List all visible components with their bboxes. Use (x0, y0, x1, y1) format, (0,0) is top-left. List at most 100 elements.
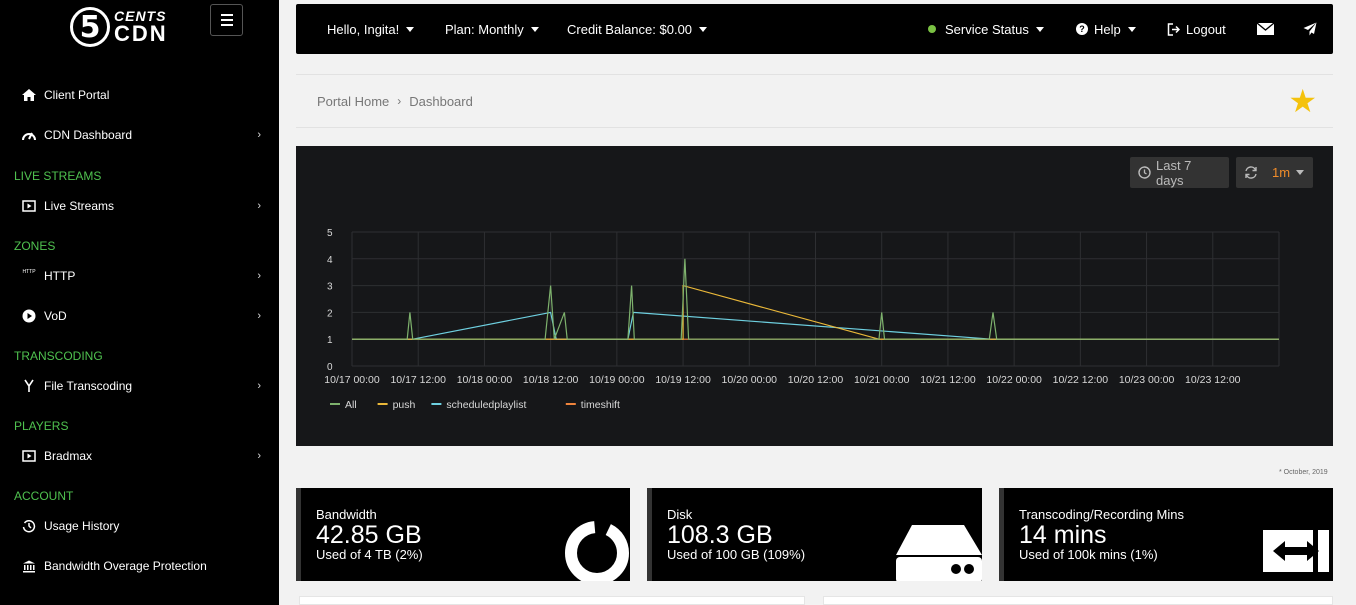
sidebar-item-label: Bandwidth Overage Protection (44, 559, 207, 573)
logout-button[interactable]: Logout (1167, 4, 1226, 54)
section-zones: ZONES (14, 239, 56, 253)
help-label: Help (1094, 21, 1121, 37)
bank-icon (20, 560, 38, 573)
sidebar-item-label: Bradmax (44, 449, 93, 463)
transcode-arrows-icon (1263, 530, 1329, 572)
panel-edge (823, 596, 1333, 605)
x-tick-label: 10/20 12:00 (788, 374, 844, 386)
breadcrumb-current: Dashboard (409, 93, 473, 109)
play-circle-icon (20, 309, 38, 323)
status-dot-icon (928, 25, 936, 33)
x-tick-label: 10/23 12:00 (1185, 374, 1241, 386)
paper-plane-icon[interactable] (1303, 4, 1317, 54)
breadcrumb: Portal Home › Dashboard ★ (296, 74, 1333, 128)
card-value: 108.3 GB (667, 521, 773, 549)
hard-drive-icon (896, 525, 982, 581)
caret-down-icon (1127, 26, 1136, 32)
caret-down-icon (530, 26, 539, 32)
sidebar-item-bandwidth-overage-protection[interactable]: Bandwidth Overage Protection (0, 551, 279, 581)
home-icon (20, 88, 38, 102)
user-greeting-dropdown[interactable]: Hello, Ingita! (327, 4, 415, 54)
service-status-label: Service Status (945, 21, 1029, 37)
history-icon (20, 519, 38, 533)
service-status-dropdown[interactable]: Service Status (928, 4, 1044, 54)
chevron-right-icon: › (257, 270, 261, 282)
y-tick-label: 2 (327, 308, 333, 319)
sidebar-item-label: HTTP (44, 269, 76, 283)
question-circle-icon: ? (1076, 23, 1088, 35)
section-transcoding: TRANSCODING (14, 349, 103, 363)
sidebar-item-label: Live Streams (44, 199, 115, 213)
sidebar-item-bradmax[interactable]: Bradmax › (0, 441, 279, 471)
sidebar-item-client-portal[interactable]: Client Portal (0, 80, 279, 110)
section-account: ACCOUNT (14, 489, 74, 503)
sidebar-item-label: File Transcoding (44, 379, 133, 393)
card-title: Bandwidth (316, 507, 377, 522)
legend-label: All (345, 399, 357, 411)
caret-down-icon (1035, 26, 1044, 32)
card-title: Disk (667, 507, 693, 522)
x-tick-label: 10/21 00:00 (854, 374, 910, 386)
transcoding-stat-card[interactable]: Transcoding/Recording Mins 14 mins Used … (999, 488, 1333, 581)
chevron-right-icon: › (257, 310, 261, 322)
brand-logo[interactable]: 5 CENTS CDN (70, 6, 170, 48)
section-live-streams: LIVE STREAMS (14, 169, 102, 183)
legend-label: push (393, 399, 416, 411)
credit-balance-dropdown[interactable]: Credit Balance: $0.00 (567, 4, 708, 54)
x-tick-label: 10/22 12:00 (1053, 374, 1109, 386)
sidebar-item-http[interactable]: HTTP HTTP › (0, 261, 279, 291)
disk-stat-card[interactable]: Disk 108.3 GB Used of 100 GB (109%) (647, 488, 982, 581)
card-value: 14 mins (1019, 521, 1107, 549)
legend-label: timeshift (581, 399, 620, 411)
merge-icon (20, 379, 38, 393)
bandwidth-stat-card[interactable]: Bandwidth 42.85 GB Used of 4 TB (2%) (296, 488, 630, 581)
favorite-star-icon[interactable]: ★ (1288, 85, 1317, 117)
sidebar-item-label: CDN Dashboard (44, 128, 133, 142)
user-greeting-label: Hello, Ingita! (327, 21, 400, 37)
x-tick-label: 10/17 00:00 (324, 374, 380, 386)
top-navbar: Hello, Ingita! Plan: Monthly Credit Bala… (296, 4, 1333, 54)
y-tick-label: 5 (327, 228, 333, 239)
http-icon: HTTP (22, 269, 36, 275)
pie-chart-icon (565, 521, 629, 581)
plan-dropdown[interactable]: Plan: Monthly (445, 4, 539, 54)
card-title: Transcoding/Recording Mins (1019, 507, 1184, 522)
play-square-icon (20, 450, 38, 462)
legend-label: scheduledplaylist (446, 399, 526, 411)
y-tick-label: 1 (327, 335, 333, 346)
y-tick-label: 0 (327, 362, 333, 373)
sidebar-item-live-streams[interactable]: Live Streams › (0, 191, 279, 221)
caret-down-icon (406, 26, 415, 32)
chevron-right-icon: › (257, 450, 261, 462)
x-tick-label: 10/23 00:00 (1119, 374, 1175, 386)
sidebar-item-label: Usage History (44, 519, 120, 533)
x-tick-label: 10/17 12:00 (390, 374, 446, 386)
logout-label: Logout (1186, 21, 1226, 37)
chart-footnote: * October, 2019 (1279, 469, 1328, 476)
card-subtitle: Used of 100k mins (1%) (1019, 547, 1158, 562)
credit-balance-label: Credit Balance: $0.00 (567, 21, 693, 37)
sidebar-item-cdn-dashboard[interactable]: CDN Dashboard › (0, 120, 279, 150)
logout-icon (1167, 22, 1180, 36)
chevron-right-icon: › (257, 380, 261, 392)
panel-edge (299, 596, 805, 605)
x-tick-label: 10/22 00:00 (986, 374, 1042, 386)
chevron-right-icon: › (397, 94, 402, 108)
gauge-icon (20, 128, 38, 142)
help-dropdown[interactable]: ? Help (1076, 4, 1136, 54)
envelope-icon[interactable] (1257, 4, 1274, 54)
sidebar: 5 CENTS CDN Client Portal CDN Dashboard … (0, 0, 279, 605)
sidebar-item-usage-history[interactable]: Usage History (0, 511, 279, 541)
sidebar-item-file-transcoding[interactable]: File Transcoding › (0, 371, 279, 401)
sidebar-item-vod[interactable]: VoD › (0, 301, 279, 331)
x-tick-label: 10/21 12:00 (920, 374, 976, 386)
breadcrumb-home-link[interactable]: Portal Home (317, 94, 389, 109)
x-tick-label: 10/19 00:00 (589, 374, 645, 386)
y-tick-label: 4 (327, 255, 333, 266)
sidebar-item-label: VoD (44, 309, 67, 323)
plan-label: Plan: Monthly (445, 21, 524, 37)
x-tick-label: 10/19 12:00 (655, 374, 711, 386)
x-tick-label: 10/18 00:00 (457, 374, 513, 386)
play-square-icon (20, 200, 38, 212)
hamburger-menu-icon[interactable] (210, 4, 243, 36)
